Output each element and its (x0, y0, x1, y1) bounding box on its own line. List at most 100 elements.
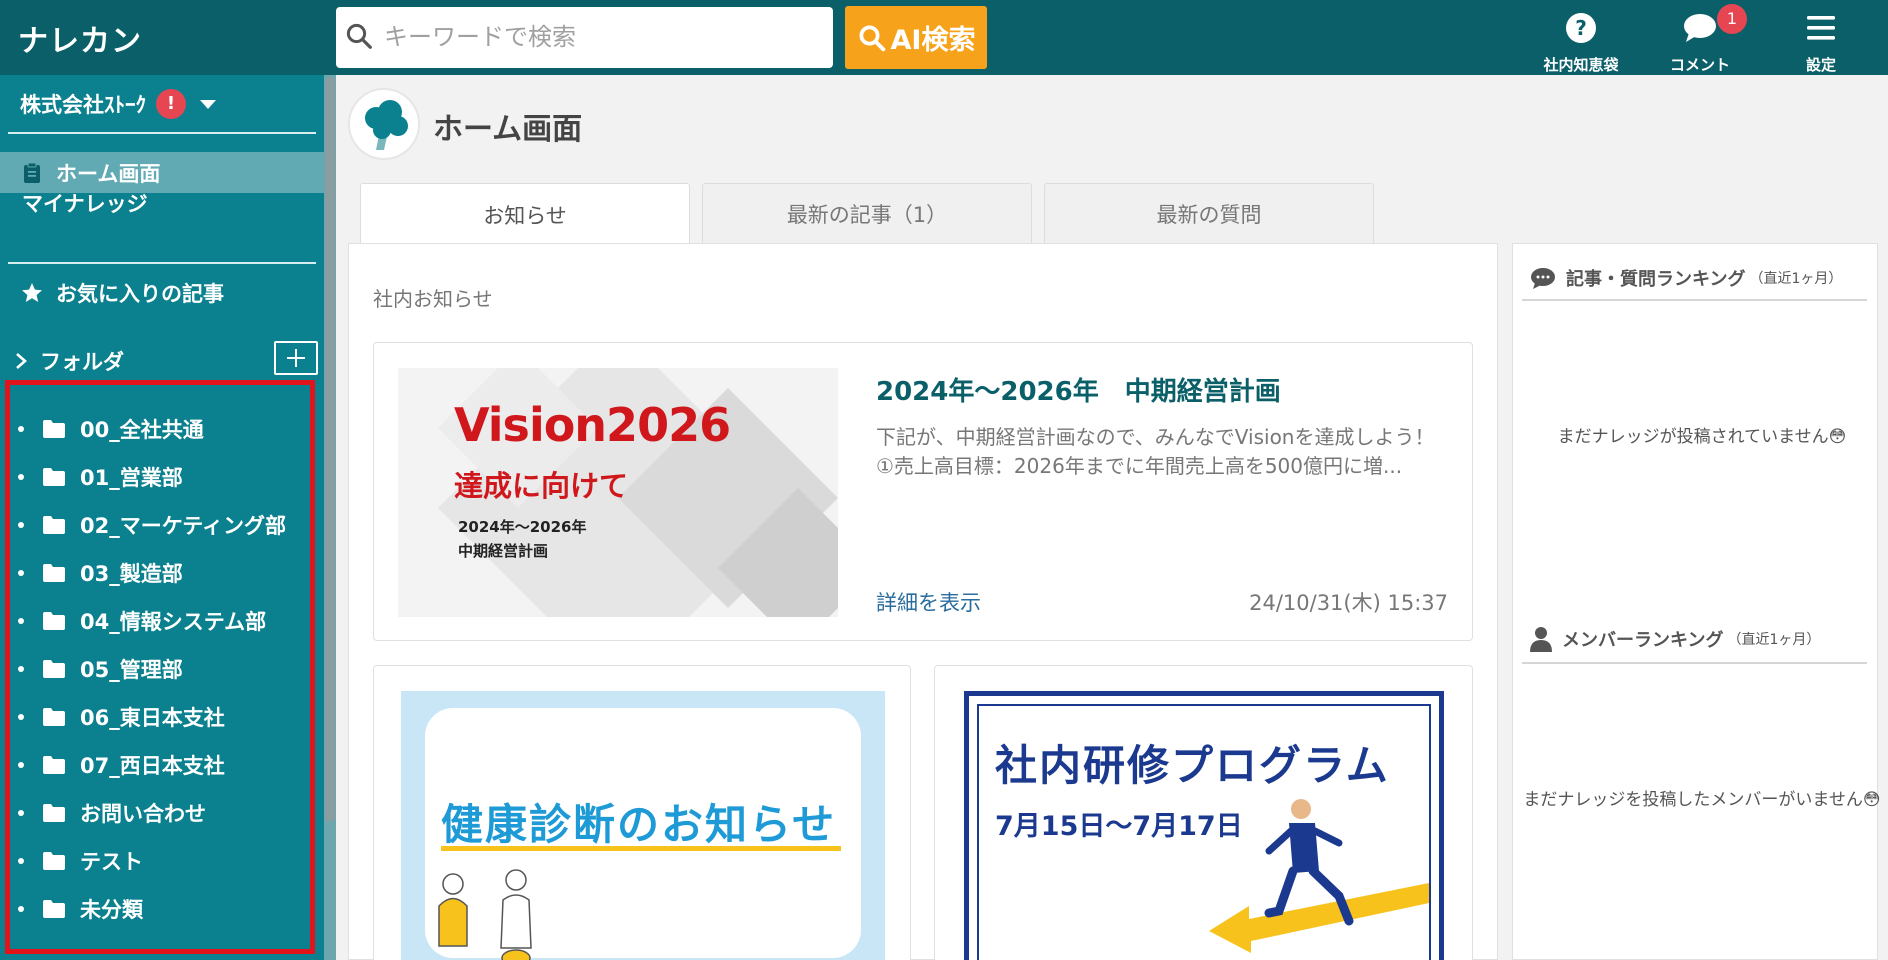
header-nav-chiebukuro[interactable]: ? 社内知恵袋 (1526, 8, 1636, 75)
top-header: ナレカン AI検索 ? 社内知恵袋 1 コメン (0, 0, 1888, 75)
folder-label: 04_情報システム部 (80, 610, 267, 634)
thumbnail-line: 2024年～2026年 (458, 518, 587, 536)
bullet-icon (18, 666, 24, 672)
folder-label: テスト (80, 850, 143, 874)
article-ranking-header: 記事・質問ランキング （直近1ヶ月） (1530, 265, 1842, 291)
folder-icon (43, 564, 65, 582)
question-circle-icon: ? (1566, 13, 1596, 43)
star-icon (22, 283, 42, 302)
news-excerpt-line: 下記が、中期経営計画なので、みんなでVisionを達成しよう！ (876, 425, 1435, 449)
folder-section-label: フォルダ (40, 350, 124, 374)
bullet-icon (18, 474, 24, 480)
chevron-right-icon (16, 353, 27, 369)
folder-item[interactable]: 07_西日本支社 (14, 741, 286, 789)
folder-icon (43, 516, 65, 534)
ranking-empty-message: まだナレッジが投稿されていません😳 (1557, 427, 1847, 447)
ranking-title: 記事・質問ランキング (1566, 269, 1746, 290)
folder-icon (43, 708, 65, 726)
thumbnail-heading: 社内研修プログラム (995, 741, 1390, 790)
company-selector[interactable]: 株式会社ｽﾄｰｸ ! (20, 89, 216, 119)
search-icon (859, 25, 885, 51)
alert-icon: ! (156, 89, 186, 119)
doctor-illustration (438, 869, 532, 960)
folder-item[interactable]: 04_情報システム部 (14, 597, 286, 645)
divider (8, 262, 316, 264)
thumbnail-heading: 健康診断のお知らせ (441, 800, 837, 849)
news-title[interactable]: 2024年～2026年 中期経営計画 (876, 371, 1281, 408)
view-details-link[interactable]: 詳細を表示 (876, 587, 981, 617)
folder-icon (43, 612, 65, 630)
bullet-icon (18, 906, 24, 912)
bullet-icon (18, 762, 24, 768)
search-box[interactable] (336, 7, 833, 68)
folder-item[interactable]: テスト (14, 837, 286, 885)
page-title: ホーム画面 (433, 112, 583, 147)
ranking-period: （直近1ヶ月） (1749, 271, 1843, 287)
folder-icon (43, 852, 65, 870)
bullet-icon (18, 714, 24, 720)
header-nav-label: 設定 (1805, 56, 1836, 74)
divider (1522, 662, 1867, 664)
folder-list: 00_全社共通 01_営業部 02_マーケティング部 03_製造部 04_情報シ… (14, 405, 286, 933)
folder-label: 06_東日本支社 (80, 706, 225, 730)
bullet-icon (18, 810, 24, 816)
folder-item[interactable]: 未分類 (14, 885, 286, 933)
news-card-health[interactable]: 健康診断のお知らせ (373, 665, 911, 960)
news-thumbnail[interactable]: 社内研修プログラム 7月15日～7月17日 (964, 691, 1444, 960)
sidebar-scrollbar[interactable] (324, 75, 336, 960)
folder-label: お問い合わせ (80, 802, 206, 826)
page-icon (348, 88, 420, 160)
news-thumbnail[interactable]: 健康診断のお知らせ (401, 691, 885, 960)
news-thumbnail[interactable]: Vision2026 達成に向けて 2024年～2026年 中期経営計画 (398, 368, 838, 617)
clipboard-icon (24, 162, 40, 183)
bullet-icon (18, 426, 24, 432)
folder-item[interactable]: 03_製造部 (14, 549, 286, 597)
runner-illustration (1209, 799, 1429, 953)
news-card-training[interactable]: 社内研修プログラム 7月15日～7月17日 (934, 665, 1473, 960)
folder-icon (43, 468, 65, 486)
folder-item[interactable]: 05_管理部 (14, 645, 286, 693)
folder-label: 未分類 (80, 898, 143, 922)
sidebar: 株式会社ｽﾄｰｸ ! ホーム画面 マイナレッジ お気に入りの記事 フォルダ 00… (0, 75, 336, 960)
add-folder-button[interactable] (274, 341, 318, 375)
divider (1522, 299, 1867, 301)
folder-label: 02_マーケティング部 (80, 514, 287, 538)
folder-section-toggle[interactable]: フォルダ (14, 346, 124, 376)
tree-icon (365, 100, 408, 150)
app-logo[interactable]: ナレカン (18, 16, 142, 60)
underline (441, 846, 841, 851)
search-icon (346, 23, 372, 49)
folder-item[interactable]: 00_全社共通 (14, 405, 286, 453)
ai-search-button[interactable]: AI検索 (845, 6, 987, 69)
header-nav-settings[interactable]: 設定 (1766, 8, 1876, 75)
bullet-icon (18, 522, 24, 528)
sidebar-item-home[interactable]: ホーム画面 (0, 152, 324, 193)
folder-icon (43, 804, 65, 822)
member-empty-message: まだナレッジを投稿したメンバーがいません😳 (1523, 790, 1881, 810)
folder-label: 01_営業部 (80, 466, 183, 490)
tab-latest-articles[interactable]: 最新の記事（1） (702, 183, 1032, 244)
folder-item[interactable]: お問い合わせ (14, 789, 286, 837)
header-nav-label: コメント (1669, 56, 1730, 74)
folder-item[interactable]: 02_マーケティング部 (14, 501, 286, 549)
search-input[interactable] (384, 17, 824, 57)
tab-news[interactable]: お知らせ (360, 183, 690, 245)
section-label: 社内お知らせ (373, 287, 493, 311)
user-icon (1530, 627, 1552, 652)
news-card-featured[interactable]: Vision2026 達成に向けて 2024年～2026年 中期経営計画 202… (373, 342, 1473, 641)
sidebar-item-favorites[interactable]: お気に入りの記事 (20, 278, 224, 308)
scrollbar-thumb[interactable] (325, 77, 335, 822)
folder-label: 03_製造部 (80, 562, 183, 586)
thumbnail-line: 中期経営計画 (458, 542, 549, 560)
section-my-knowledge: マイナレッジ (22, 192, 148, 216)
member-ranking-title: メンバーランキング (1562, 630, 1724, 651)
comment-badge: 1 (1717, 4, 1747, 34)
folder-item[interactable]: 01_営業部 (14, 453, 286, 501)
member-ranking-period: （直近1ヶ月） (1727, 632, 1821, 648)
hamburger-menu-icon (1807, 16, 1835, 40)
tab-latest-questions[interactable]: 最新の質問 (1044, 183, 1374, 244)
folder-label: 00_全社共通 (80, 418, 204, 442)
ai-search-label: AI検索 (890, 25, 976, 56)
folder-item[interactable]: 06_東日本支社 (14, 693, 286, 741)
header-nav-comment[interactable]: 1 コメント (1645, 4, 1755, 75)
